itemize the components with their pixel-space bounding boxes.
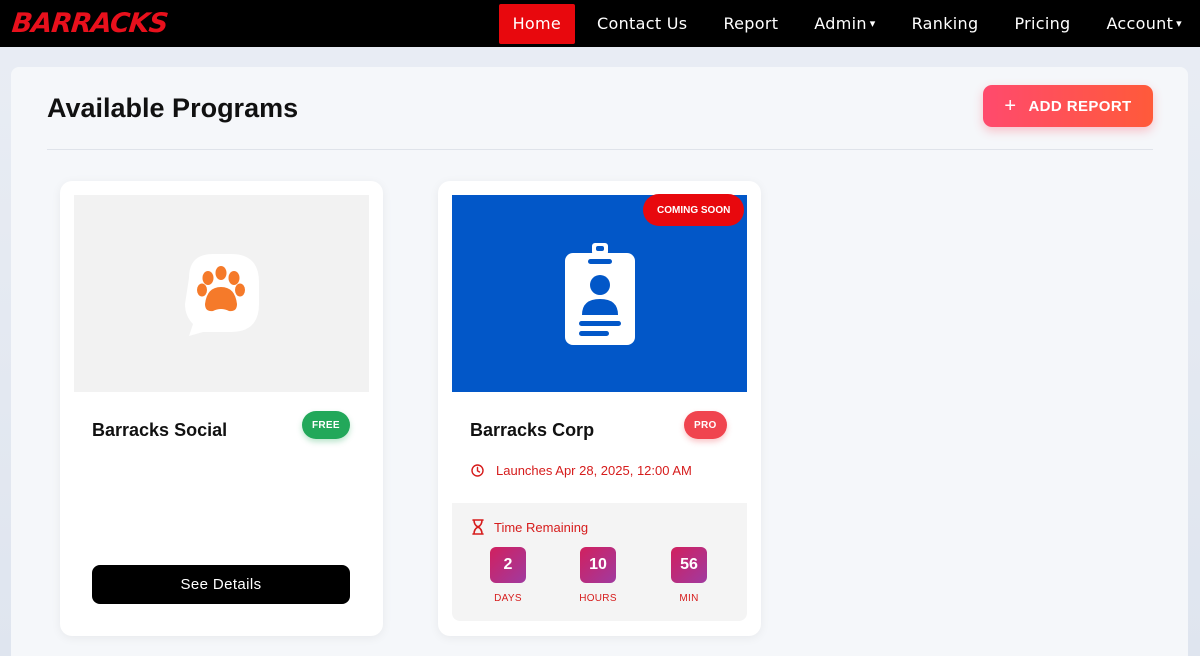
- countdown: Time Remaining 2 DAYS 10 HOURS 56 MIN: [452, 503, 747, 621]
- time-remaining-label: Time Remaining: [472, 519, 588, 535]
- program-card-barracks-social: Barracks Social FREE See Details: [60, 181, 383, 636]
- nav-label: Account: [1106, 14, 1174, 33]
- id-badge-icon: [564, 242, 635, 345]
- nav-item-account[interactable]: Account ▾: [1088, 4, 1200, 44]
- add-report-button[interactable]: + ADD REPORT: [983, 85, 1153, 127]
- see-details-button[interactable]: See Details: [92, 565, 350, 604]
- nav-item-pricing[interactable]: Pricing: [996, 4, 1088, 44]
- nav-label: Ranking: [911, 14, 979, 33]
- plan-badge-free: FREE: [302, 411, 350, 439]
- top-navbar: BARRACKS Home Contact Us Report Admin ▾ R…: [0, 0, 1200, 47]
- countdown-unit-label: HOURS: [579, 593, 617, 604]
- coming-soon-badge: COMING SOON: [643, 194, 745, 226]
- hourglass-icon: [472, 519, 484, 535]
- countdown-hours: 10 HOURS: [568, 547, 628, 604]
- chevron-down-icon: ▾: [1176, 17, 1182, 30]
- program-card-barracks-corp: COMING SOON Barracks Corp PRO Launches A…: [438, 181, 761, 636]
- page-title: Available Programs: [47, 93, 299, 123]
- launch-date: Launches Apr 28, 2025, 12:00 AM: [471, 463, 692, 478]
- program-name: Barracks Social: [92, 420, 228, 440]
- brand-logo[interactable]: BARRACKS: [10, 8, 169, 39]
- divider: [47, 149, 1153, 150]
- main-nav: Home Contact Us Report Admin ▾ Ranking Pr…: [498, 0, 1200, 47]
- nav-label: Pricing: [1014, 14, 1071, 33]
- nav-item-report[interactable]: Report: [705, 4, 796, 44]
- nav-item-ranking[interactable]: Ranking: [894, 4, 997, 44]
- program-media: [74, 195, 369, 392]
- launch-text: Launches Apr 28, 2025, 12:00 AM: [496, 463, 692, 478]
- nav-label: Contact Us: [597, 14, 688, 33]
- clock-icon: [471, 464, 484, 477]
- paw-chat-icon: [184, 253, 259, 336]
- chevron-down-icon: ▾: [869, 17, 876, 30]
- countdown-days: 2 DAYS: [478, 547, 538, 604]
- plus-icon: +: [1004, 94, 1017, 117]
- nav-label: Home: [512, 14, 562, 33]
- nav-label: Admin: [814, 14, 867, 33]
- countdown-unit-label: MIN: [679, 593, 699, 604]
- program-name: Barracks Corp: [470, 420, 595, 440]
- countdown-value: 2: [490, 547, 526, 583]
- nav-item-home[interactable]: Home: [498, 3, 576, 44]
- countdown-value: 56: [671, 547, 707, 583]
- time-remaining-text: Time Remaining: [494, 519, 589, 535]
- add-report-label: ADD REPORT: [1028, 97, 1132, 115]
- countdown-minutes: 56 MIN: [659, 547, 719, 604]
- nav-label: Report: [723, 14, 779, 33]
- nav-item-contact-us[interactable]: Contact Us: [579, 4, 705, 44]
- countdown-value: 10: [580, 547, 616, 583]
- countdown-unit-label: DAYS: [494, 593, 522, 604]
- plan-badge-pro: PRO: [684, 411, 727, 439]
- nav-item-admin[interactable]: Admin ▾: [796, 4, 893, 44]
- programs-panel: Available Programs + ADD REPORT Barracks…: [11, 67, 1188, 656]
